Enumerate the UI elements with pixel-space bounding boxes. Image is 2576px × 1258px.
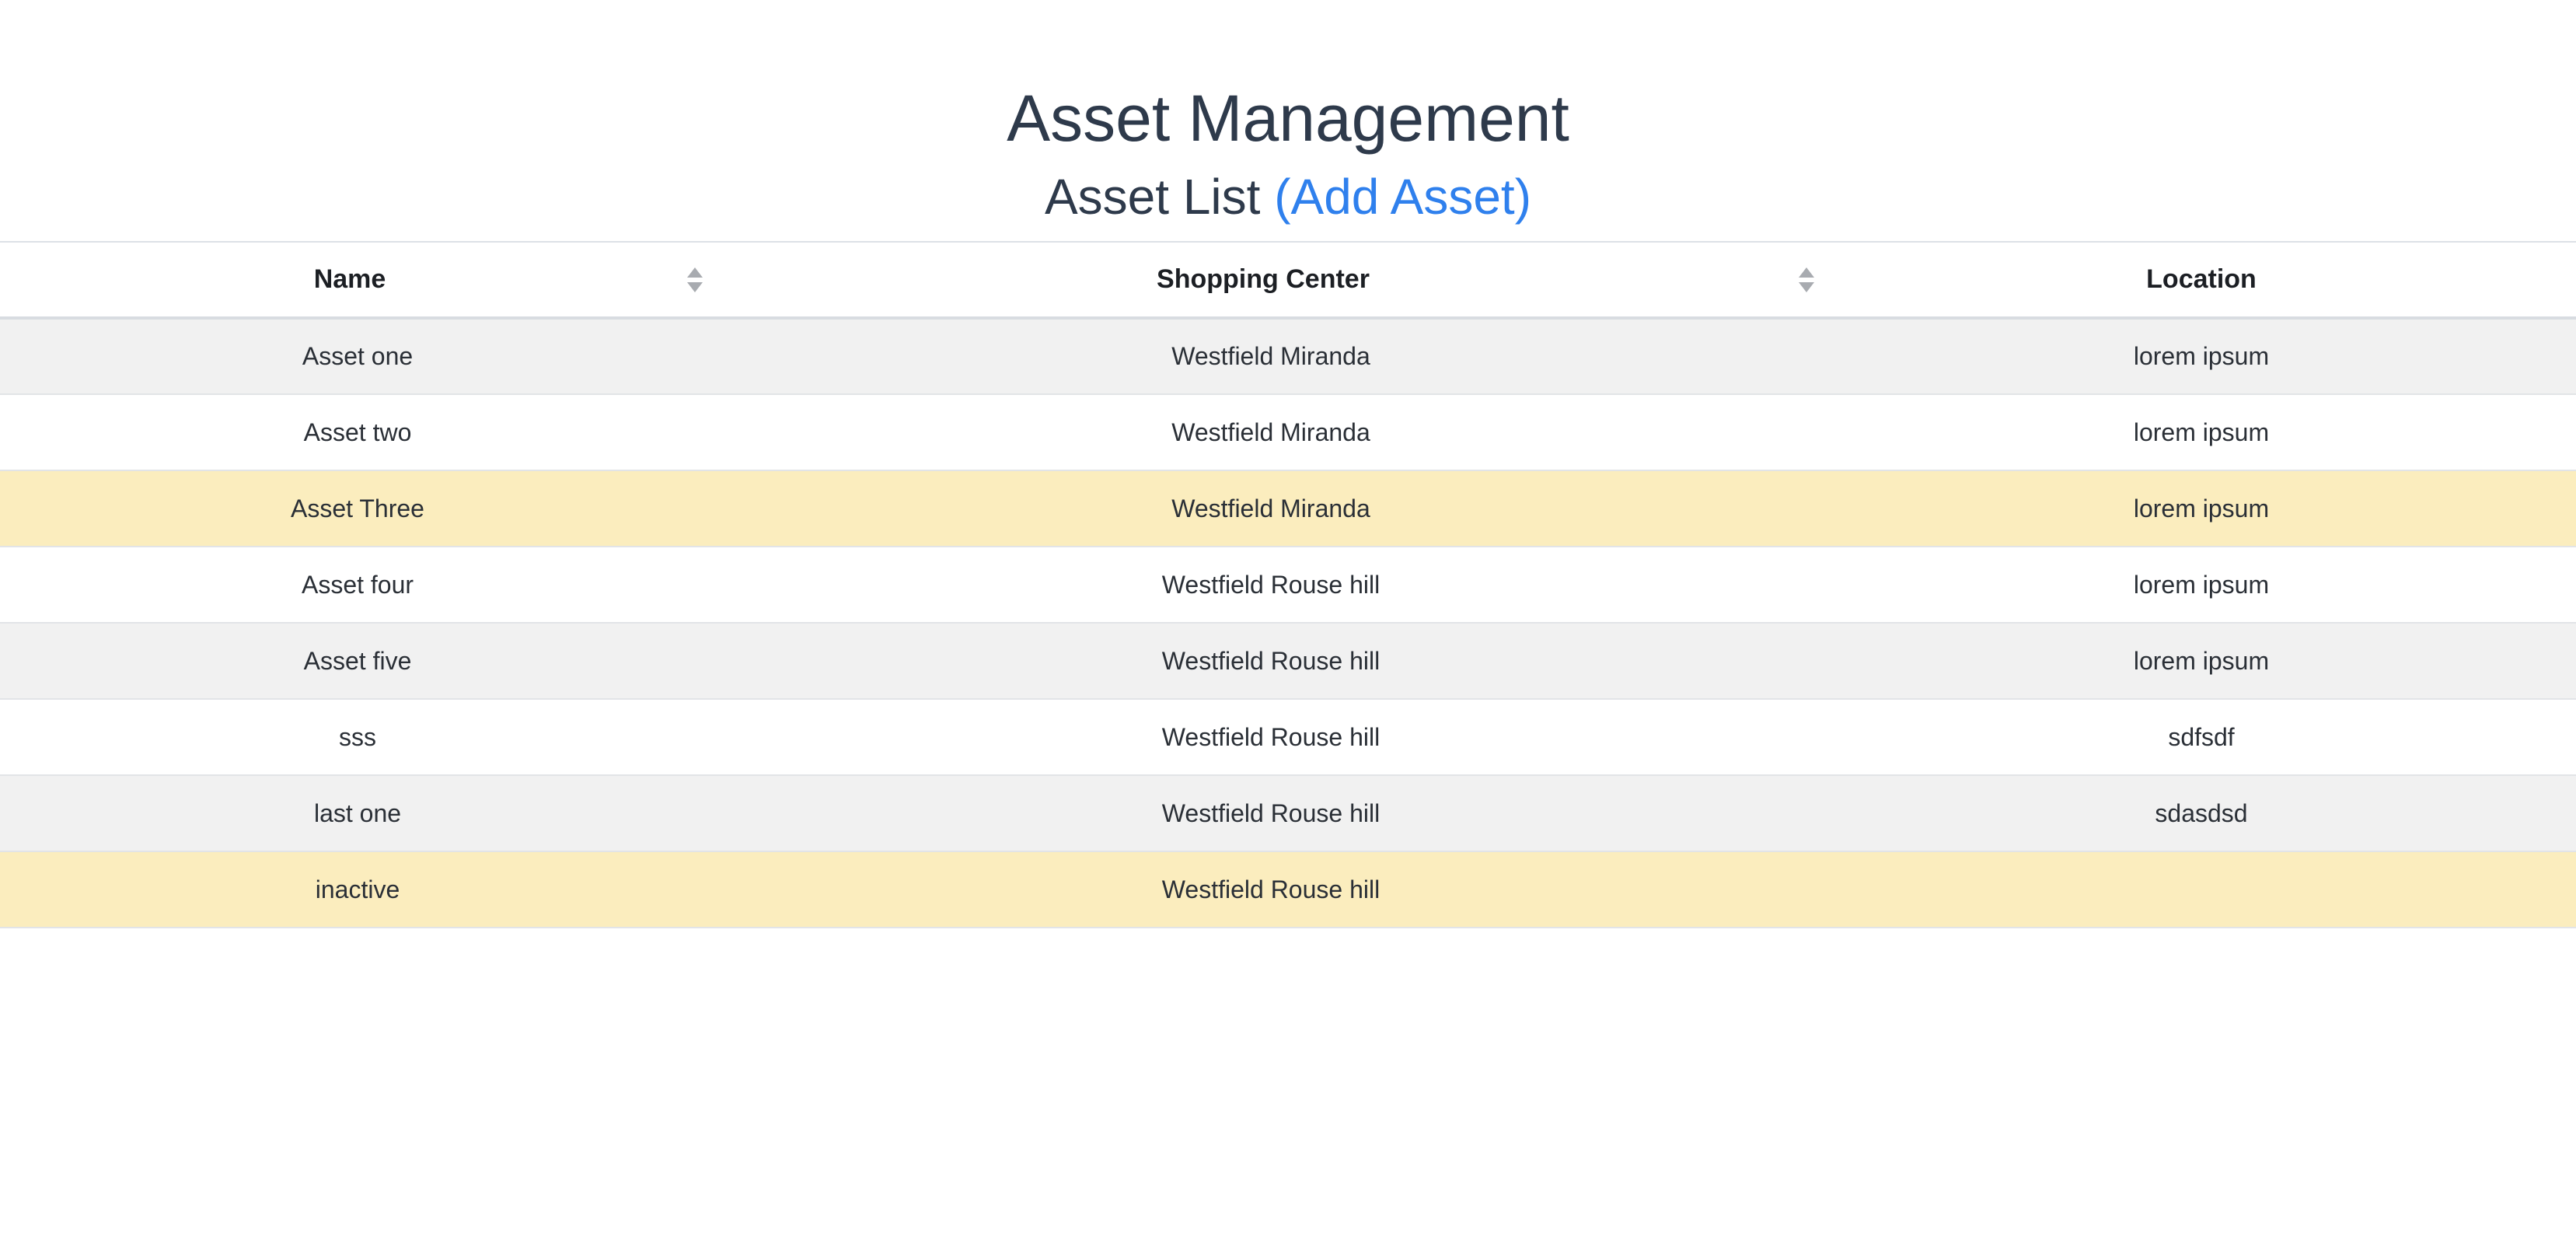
asset-list-heading: Asset List (Add Asset) [0, 163, 2576, 230]
column-header-label: Name [313, 264, 386, 294]
asset-table-container: Name Shopping Center Location Asset one … [0, 241, 2576, 928]
add-asset-link[interactable]: (Add Asset) [1274, 169, 1531, 225]
page-title: Asset Management [1007, 82, 1569, 155]
cell-shopping-center: Westfield Rouse hill [1161, 798, 1380, 827]
cell-shopping-center: Westfield Rouse hill [1161, 722, 1380, 751]
cell-location: sdasdsd [2155, 798, 2248, 827]
column-header-label: Location [2146, 264, 2257, 294]
cell-shopping-center: Westfield Rouse hill [1161, 570, 1380, 599]
cell-location [1827, 851, 2576, 928]
cell-name: inactive [315, 875, 400, 903]
column-header-location: Location [1827, 242, 2576, 318]
cell-shopping-center: Westfield Miranda [1171, 342, 1370, 370]
table-row[interactable]: Asset one Westfield Miranda lorem ipsum [0, 318, 2576, 394]
asset-table: Name Shopping Center Location Asset one … [0, 241, 2576, 928]
column-header-label: Shopping Center [1157, 264, 1370, 294]
sort-icon[interactable] [1797, 266, 1816, 294]
cell-name: last one [313, 798, 402, 827]
cell-location: lorem ipsum [2133, 646, 2270, 675]
cell-shopping-center: Westfield Miranda [1171, 494, 1370, 522]
cell-name: Asset Three [291, 494, 424, 522]
cell-shopping-center: Westfield Miranda [1171, 418, 1370, 446]
column-header-name[interactable]: Name [0, 242, 715, 318]
table-body: Asset one Westfield Miranda lorem ipsum Ass… [0, 318, 2576, 928]
cell-name: Asset two [303, 418, 412, 446]
table-row[interactable]: Asset two Westfield Miranda lorem ipsum [0, 394, 2576, 470]
table-row[interactable]: Asset five Westfield Rouse hill lorem ipsu… [0, 623, 2576, 699]
table-header: Name Shopping Center Location [0, 242, 2576, 318]
table-row[interactable]: Asset four Westfield Rouse hill lorem ipsu… [0, 547, 2576, 623]
cell-name: sss [339, 722, 376, 751]
table-row[interactable]: sss Westfield Rouse hill sdfsdf [0, 699, 2576, 775]
cell-name: Asset five [303, 646, 412, 675]
table-row[interactable]: inactive Westfield Rouse hill [0, 851, 2576, 928]
cell-name: Asset one [302, 342, 414, 370]
cell-location: sdfsdf [2168, 722, 2235, 751]
table-row[interactable]: last one Westfield Rouse hill sdasdsd [0, 775, 2576, 851]
cell-name: Asset four [301, 570, 414, 599]
cell-location: lorem ipsum [2133, 342, 2270, 370]
asset-list-label: Asset List [1044, 169, 1261, 225]
cell-shopping-center: Westfield Rouse hill [1161, 875, 1380, 903]
table-row[interactable]: Asset Three Westfield Miranda lorem ipsum [0, 470, 2576, 547]
cell-location: lorem ipsum [2133, 494, 2270, 522]
table-header-row: Name Shopping Center Location [0, 242, 2576, 318]
cell-shopping-center: Westfield Rouse hill [1161, 646, 1380, 675]
column-header-shopping-center[interactable]: Shopping Center [715, 242, 1827, 318]
cell-location: lorem ipsum [2133, 418, 2270, 446]
sort-icon[interactable] [686, 266, 704, 294]
cell-location: lorem ipsum [2133, 570, 2270, 599]
